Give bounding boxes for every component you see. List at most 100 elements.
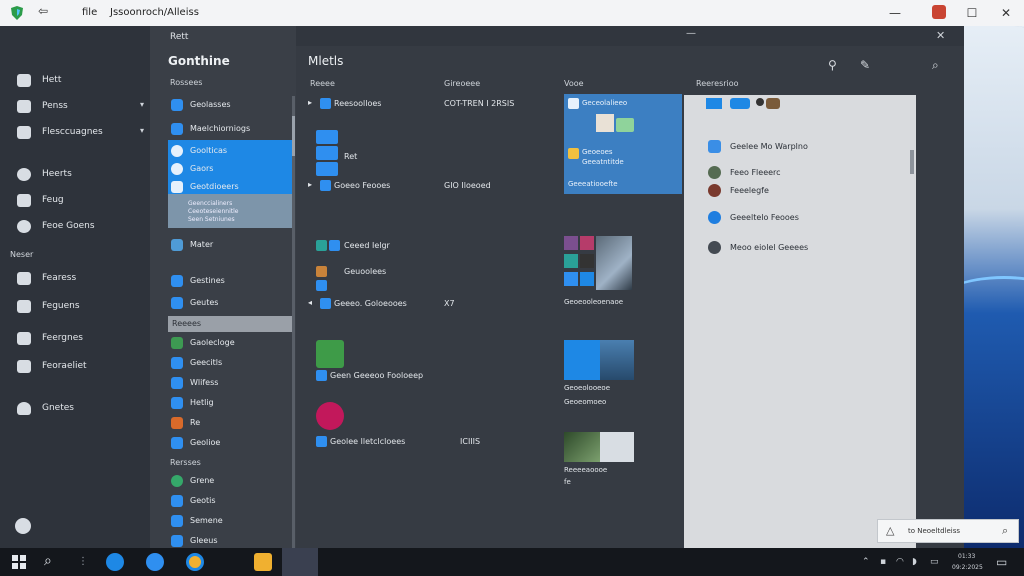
user-icon[interactable]: ⚲ <box>828 58 837 72</box>
photo-thumbnail[interactable] <box>580 254 594 268</box>
photo-thumbnail[interactable] <box>580 236 594 250</box>
panel-row[interactable]: Re <box>168 414 292 432</box>
file-icon <box>316 436 327 447</box>
photo-thumbnail[interactable] <box>564 432 600 462</box>
item-name[interactable]: Ceeed Ielgr <box>344 241 390 250</box>
item-name[interactable]: Geolee lletclcloees <box>330 437 405 446</box>
clock-time[interactable]: 01:33 <box>958 553 975 560</box>
record-icon[interactable] <box>932 5 946 19</box>
panel-scrollbar-thumb[interactable] <box>292 116 295 156</box>
item-name[interactable]: Ret <box>344 152 357 161</box>
drawer-item[interactable]: Geelee Mo Warplno <box>730 142 808 151</box>
selected-row[interactable]: Goolticas <box>168 142 292 160</box>
close-button[interactable]: ✕ <box>995 4 1017 22</box>
expand-arrow-icon[interactable]: ◂ <box>308 298 312 307</box>
panel-row[interactable]: Maelchiorniogs <box>168 120 292 138</box>
wifi-icon[interactable]: ◠ <box>896 557 904 567</box>
settings-globe-icon[interactable] <box>15 518 31 534</box>
item-name[interactable]: Geuoolees <box>344 267 386 276</box>
task-view-icon[interactable]: ⋮ <box>78 556 96 574</box>
photo-thumbnail[interactable] <box>564 340 600 380</box>
nav-item-2[interactable]: Flesccuagnes ▾ <box>0 122 150 144</box>
panel-row[interactable]: Geolasses <box>168 96 292 114</box>
toggle-icon[interactable] <box>730 98 750 109</box>
photo-thumbnail[interactable] <box>600 340 634 380</box>
panel-row[interactable]: Geecitls <box>168 354 292 372</box>
panel-row[interactable]: Geolioe <box>168 434 292 452</box>
tray-notification[interactable]: △ to Neoeltdleiss ⌕ <box>877 519 1019 543</box>
battery-icon[interactable]: ▭ <box>930 557 939 567</box>
item-name[interactable]: Geen Geeeoo Fooloeep <box>330 371 423 380</box>
search-icon[interactable]: ⌕ <box>932 58 939 73</box>
panel-row[interactable]: Wlifess <box>168 374 292 392</box>
notifications-icon[interactable]: ▭ <box>996 555 1007 569</box>
item-name[interactable]: Reesoolloes <box>334 99 381 108</box>
drawer-item[interactable]: Feeelegfe <box>730 186 769 195</box>
nav-item-6[interactable]: Fearess <box>0 268 150 290</box>
search-icon[interactable]: ⌕ <box>44 553 62 571</box>
back-arrow-icon[interactable]: ⇦ <box>38 4 48 18</box>
minimize-button[interactable]: — <box>884 4 906 22</box>
drawer-item[interactable]: Meoo eiolel Geeees <box>730 243 808 252</box>
volume-icon[interactable]: ◗ <box>912 557 917 567</box>
search-icon[interactable]: ⌕ <box>1002 524 1008 538</box>
photo-thumbnail[interactable] <box>564 254 578 268</box>
content-minimize-button[interactable]: — <box>686 28 696 39</box>
drawer-scrollbar[interactable] <box>910 150 914 174</box>
app-tile-icon[interactable] <box>316 340 344 368</box>
selected-detail[interactable]: Geenccialiners Ceeoteseiennitle Seen Set… <box>168 194 294 228</box>
item-name[interactable]: Goeeo Feooes <box>334 181 390 190</box>
selected-row[interactable]: Gaors <box>168 160 292 178</box>
drawer-item[interactable]: Feeo Fleeerc <box>730 168 781 177</box>
column-header[interactable]: Vooe <box>564 79 584 88</box>
panel-row[interactable]: Semene <box>168 512 292 530</box>
panel-scrollbar[interactable] <box>292 96 295 548</box>
panel-row[interactable]: Geotis <box>168 492 292 510</box>
mail-icon <box>17 272 31 285</box>
browser-icon[interactable] <box>146 553 164 571</box>
photo-thumbnail[interactable] <box>580 272 594 286</box>
music-tile-icon[interactable] <box>316 402 344 430</box>
panel-row[interactable]: Mater <box>168 236 292 254</box>
chevron-up-icon[interactable]: ⌃ <box>862 557 870 567</box>
expand-arrow-icon[interactable]: ▸ <box>308 98 312 107</box>
nav-item-7[interactable]: Feguens <box>0 296 150 318</box>
nav-item-5[interactable]: Feoe Goens <box>0 216 150 238</box>
photo-thumbnail[interactable] <box>596 236 632 290</box>
nav-item-10[interactable]: Gnetes <box>0 398 150 420</box>
panel-row[interactable]: Gaolecloge <box>168 334 292 352</box>
edge-icon[interactable] <box>106 553 124 571</box>
start-windows-icon[interactable] <box>12 555 26 569</box>
edit-icon[interactable]: ✎ <box>860 58 870 72</box>
panel-row[interactable]: Gestines <box>168 272 292 290</box>
chrome-icon[interactable] <box>186 553 204 571</box>
panel-row[interactable]: Hetlig <box>168 394 292 412</box>
column-header[interactable]: Reeee <box>310 79 335 88</box>
network-icon[interactable]: ▪ <box>880 557 886 567</box>
app-icon <box>171 495 183 507</box>
panel-row[interactable]: Geutes <box>168 294 292 312</box>
column-header[interactable]: Gireoeee <box>444 79 480 88</box>
drawer-item-icon <box>708 241 721 254</box>
expand-arrow-icon[interactable]: ▸ <box>308 180 312 189</box>
photo-thumbnail[interactable] <box>600 432 634 462</box>
nav-item-8[interactable]: Feergnes <box>0 328 150 350</box>
preview-tile[interactable]: Geceolalieeo Geoeoes Geeatntitde Geeeati… <box>564 94 682 194</box>
content-close-button[interactable]: ✕ <box>936 29 945 42</box>
column-header[interactable]: Reeresrioo <box>696 79 739 88</box>
nav-item-3[interactable]: Heerts <box>0 164 150 186</box>
folder-icon[interactable] <box>254 553 272 571</box>
photo-thumbnail[interactable] <box>564 236 578 250</box>
active-app-icon[interactable] <box>282 548 318 576</box>
panel-row[interactable]: Grene <box>168 472 292 490</box>
nav-item-1[interactable]: Penss ▾ <box>0 96 150 118</box>
nav-item-4[interactable]: Feug <box>0 190 150 212</box>
nav-item-9[interactable]: Feoraeliet <box>0 356 150 378</box>
nav-item-0[interactable]: Hett <box>0 70 150 92</box>
row-label: Gleeus <box>190 536 218 545</box>
photo-thumbnail[interactable] <box>564 272 578 286</box>
drawer-item[interactable]: Geeeltelo Feooes <box>730 213 799 222</box>
item-name[interactable]: Geeeo. Goloeooes <box>334 299 407 308</box>
maximize-button[interactable]: ☐ <box>961 4 983 22</box>
clock-date[interactable]: 09:2:2025 <box>952 564 983 571</box>
